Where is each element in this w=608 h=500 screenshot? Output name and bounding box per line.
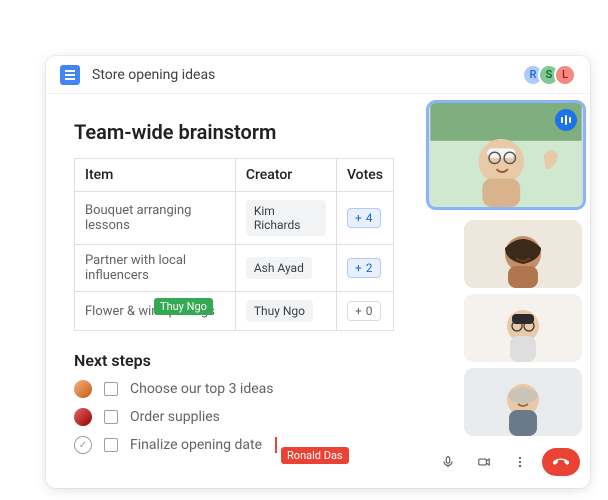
creator-chip[interactable]: Ash Ayad — [246, 257, 312, 279]
video-tile[interactable] — [464, 220, 582, 288]
video-tile[interactable] — [464, 294, 582, 362]
vote-chip[interactable]: +2 — [347, 258, 381, 278]
task-checkbox[interactable] — [104, 410, 118, 424]
presence-avatar[interactable]: L — [554, 64, 576, 86]
ideas-table: Item Creator Votes Bouquet arranging les… — [74, 158, 394, 331]
participant-video — [464, 220, 582, 288]
cell-creator: Ash Ayad — [235, 245, 336, 292]
table-row[interactable]: Bouquet arranging lessons Kim Richards +… — [75, 192, 394, 245]
task-checkbox[interactable] — [104, 382, 118, 396]
mic-button[interactable] — [434, 448, 462, 476]
assignee-avatar — [74, 408, 92, 426]
cell-votes: +0 — [336, 292, 393, 331]
document-title[interactable]: Store opening ideas — [92, 67, 215, 83]
vote-chip[interactable]: +4 — [347, 208, 381, 228]
col-votes: Votes — [336, 159, 393, 192]
task-label: Choose our top 3 ideas — [130, 381, 274, 397]
text-cursor — [275, 437, 277, 453]
camera-button[interactable] — [470, 448, 498, 476]
creator-chip[interactable]: Thuy Ngo — [246, 300, 313, 322]
table-row[interactable]: Partner with local influencers Ash Ayad … — [75, 245, 394, 292]
more-options-button[interactable] — [506, 448, 534, 476]
task-label: Order supplies — [130, 409, 220, 425]
table-row[interactable]: Flower & wine pairings Thuy Ngo +0 — [75, 292, 394, 331]
cell-item: Partner with local influencers — [75, 245, 236, 292]
participant-video — [464, 368, 582, 436]
vote-chip[interactable]: +0 — [347, 301, 381, 321]
participant-video — [464, 294, 582, 362]
cell-item: Bouquet arranging lessons — [75, 192, 236, 245]
collaborator-cursor-tag: Ronald Das — [281, 447, 349, 464]
assignee-avatar-unassigned: ✓ — [74, 436, 92, 454]
task-checkbox[interactable] — [104, 438, 118, 452]
cell-creator: Kim Richards — [235, 192, 336, 245]
toolbar: Store opening ideas R S L — [46, 56, 590, 94]
task-label: Finalize opening date — [130, 437, 262, 453]
col-item: Item — [75, 159, 236, 192]
presence-avatars: R S L — [528, 64, 576, 86]
speaking-indicator-icon — [555, 109, 577, 131]
google-docs-icon — [60, 65, 80, 85]
collaborator-cursor-tag: Thuy Ngo — [154, 298, 213, 315]
cell-votes: +4 — [336, 192, 393, 245]
assignee-avatar — [74, 380, 92, 398]
video-tile[interactable] — [464, 368, 582, 436]
cell-creator: Thuy Ngo — [235, 292, 336, 331]
video-call-panel — [432, 104, 582, 478]
video-tile-speaker[interactable] — [426, 100, 586, 210]
creator-chip[interactable]: Kim Richards — [246, 200, 326, 236]
col-creator: Creator — [235, 159, 336, 192]
call-controls — [432, 442, 582, 478]
hangup-button[interactable] — [542, 448, 580, 476]
document-window: Store opening ideas R S L Team-wide brai… — [46, 56, 590, 488]
cell-votes: +2 — [336, 245, 393, 292]
